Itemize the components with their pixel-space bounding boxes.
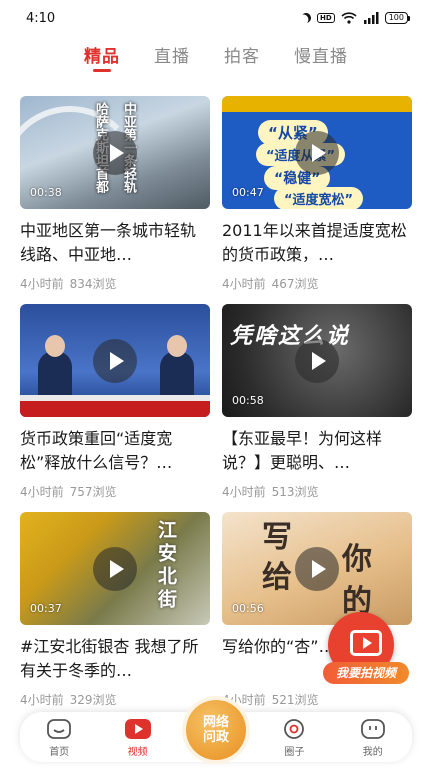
home-icon [45, 717, 73, 741]
video-card[interactable]: 哈萨克斯坦首都 中亚第一条轻轨 00:38 中亚地区第一条城市轻轨线路、中亚地…… [20, 96, 210, 296]
nav-label: 首页 [49, 746, 70, 758]
video-title[interactable]: #江安北街银杏 我想了所有关于冬季的… [20, 635, 210, 683]
play-icon[interactable] [295, 130, 339, 175]
nav-profile[interactable]: 我的 [343, 717, 403, 758]
video-duration: 00:58 [232, 394, 264, 407]
video-views: 521浏览 [271, 693, 319, 707]
video-thumbnail[interactable]: “从紧” “适度从紧” “稳健” “适度宽松” 00:47 [222, 96, 412, 209]
video-views: 834浏览 [69, 277, 117, 291]
shoot-video-label[interactable]: 我要拍视频 [323, 662, 409, 684]
video-meta: 4小时前 757浏览 [20, 483, 210, 500]
battery-icon: 100 [384, 12, 410, 24]
video-duration: 00:38 [30, 186, 62, 199]
video-views: 329浏览 [69, 693, 117, 707]
video-camera-icon [350, 630, 382, 656]
video-meta: 4小时前 513浏览 [222, 483, 412, 500]
thumbnail-caption: “适度宽松” [274, 187, 364, 209]
video-thumbnail[interactable]: 写 给 你 的 00:56 [222, 512, 412, 625]
video-time: 4小时前 [20, 485, 64, 499]
nav-circle[interactable]: 圈子 [264, 717, 324, 758]
tab-slow-live[interactable]: 慢直播 [294, 38, 348, 74]
profile-icon [359, 717, 387, 741]
video-title[interactable]: 中亚地区第一条城市轻轨线路、中亚地… [20, 219, 210, 267]
play-icon[interactable] [93, 338, 137, 383]
nav-video[interactable]: 视频 [108, 717, 168, 758]
tab-featured[interactable]: 精品 [84, 38, 120, 74]
thumbnail-caption: 给 [262, 560, 292, 595]
nav-label: 视频 [127, 746, 148, 758]
shoot-video-button[interactable]: 我要拍视频 [323, 612, 409, 686]
play-icon[interactable] [295, 338, 339, 383]
wifi-icon [341, 12, 357, 24]
video-time: 4小时前 [222, 277, 266, 291]
video-duration: 00:47 [232, 186, 264, 199]
video-title[interactable]: 【东亚最早！为何这样说？】更聪明、… [222, 427, 412, 475]
nav-label: 圈子 [284, 746, 305, 758]
thumbnail-caption: 你 [342, 542, 372, 577]
play-video-icon [124, 717, 152, 741]
video-title[interactable]: 货币政策重回“适度宽松”释放什么信号？… [20, 427, 210, 475]
status-time: 4:10 [26, 10, 56, 26]
tab-reporter[interactable]: 拍客 [224, 38, 260, 74]
circle-icon [280, 717, 308, 741]
video-title[interactable]: 2011年以来首提适度宽松的货币政策，… [222, 219, 412, 267]
video-meta: 4小时前 834浏览 [20, 275, 210, 292]
play-icon[interactable] [93, 130, 137, 175]
video-time: 4小时前 [222, 485, 266, 499]
video-card[interactable]: “从紧” “适度从紧” “稳健” “适度宽松” 00:47 2011年以来首提适… [222, 96, 412, 296]
video-time: 4小时前 [20, 277, 64, 291]
video-views: 757浏览 [69, 485, 117, 499]
video-views: 467浏览 [271, 277, 319, 291]
video-meta: 4小时前 467浏览 [222, 275, 412, 292]
video-card[interactable]: 江安北街 00:37 #江安北街银杏 我想了所有关于冬季的… 4小时前 329浏… [20, 512, 210, 712]
status-bar: 4:10 HD 100 [0, 0, 432, 36]
video-card[interactable]: 货币政策重回“适度宽松”释放什么信号？… 4小时前 757浏览 [20, 304, 210, 504]
video-thumbnail[interactable] [20, 304, 210, 417]
video-views: 513浏览 [271, 485, 319, 499]
thumbnail-caption: 写 [262, 520, 292, 555]
video-time: 4小时前 [20, 693, 64, 707]
thumbnail-caption: 江安北街 [155, 520, 177, 612]
category-tabs: 精品 直播 拍客 慢直播 [0, 38, 432, 74]
bottom-nav: 首页 视频 圈子 我的 网络 问政 [20, 700, 412, 762]
nav-label: 我的 [362, 746, 383, 758]
video-duration: 00:37 [30, 602, 62, 615]
video-thumbnail[interactable]: 江安北街 00:37 [20, 512, 210, 625]
video-thumbnail[interactable]: 凭啥这么说 00:58 [222, 304, 412, 417]
video-meta: 4小时前 329浏览 [20, 691, 210, 708]
tab-live[interactable]: 直播 [154, 38, 190, 74]
video-thumbnail[interactable]: 哈萨克斯坦首都 中亚第一条轻轨 00:38 [20, 96, 210, 209]
video-meta: 4小时前 521浏览 [222, 691, 412, 708]
play-icon[interactable] [295, 546, 339, 591]
play-icon[interactable] [93, 546, 137, 591]
video-duration: 00:56 [232, 602, 264, 615]
signal-icon [363, 12, 379, 24]
do-not-disturb-icon [299, 11, 313, 25]
hd-badge: HD [317, 13, 335, 23]
status-icons: HD 100 [301, 12, 410, 24]
nav-online-inquiry[interactable]: 网络 问政 [186, 700, 246, 760]
video-card[interactable]: 凭啥这么说 00:58 【东亚最早！为何这样说？】更聪明、… 4小时前 513浏… [222, 304, 412, 504]
nav-home[interactable]: 首页 [29, 717, 89, 758]
battery-level: 100 [384, 12, 408, 24]
